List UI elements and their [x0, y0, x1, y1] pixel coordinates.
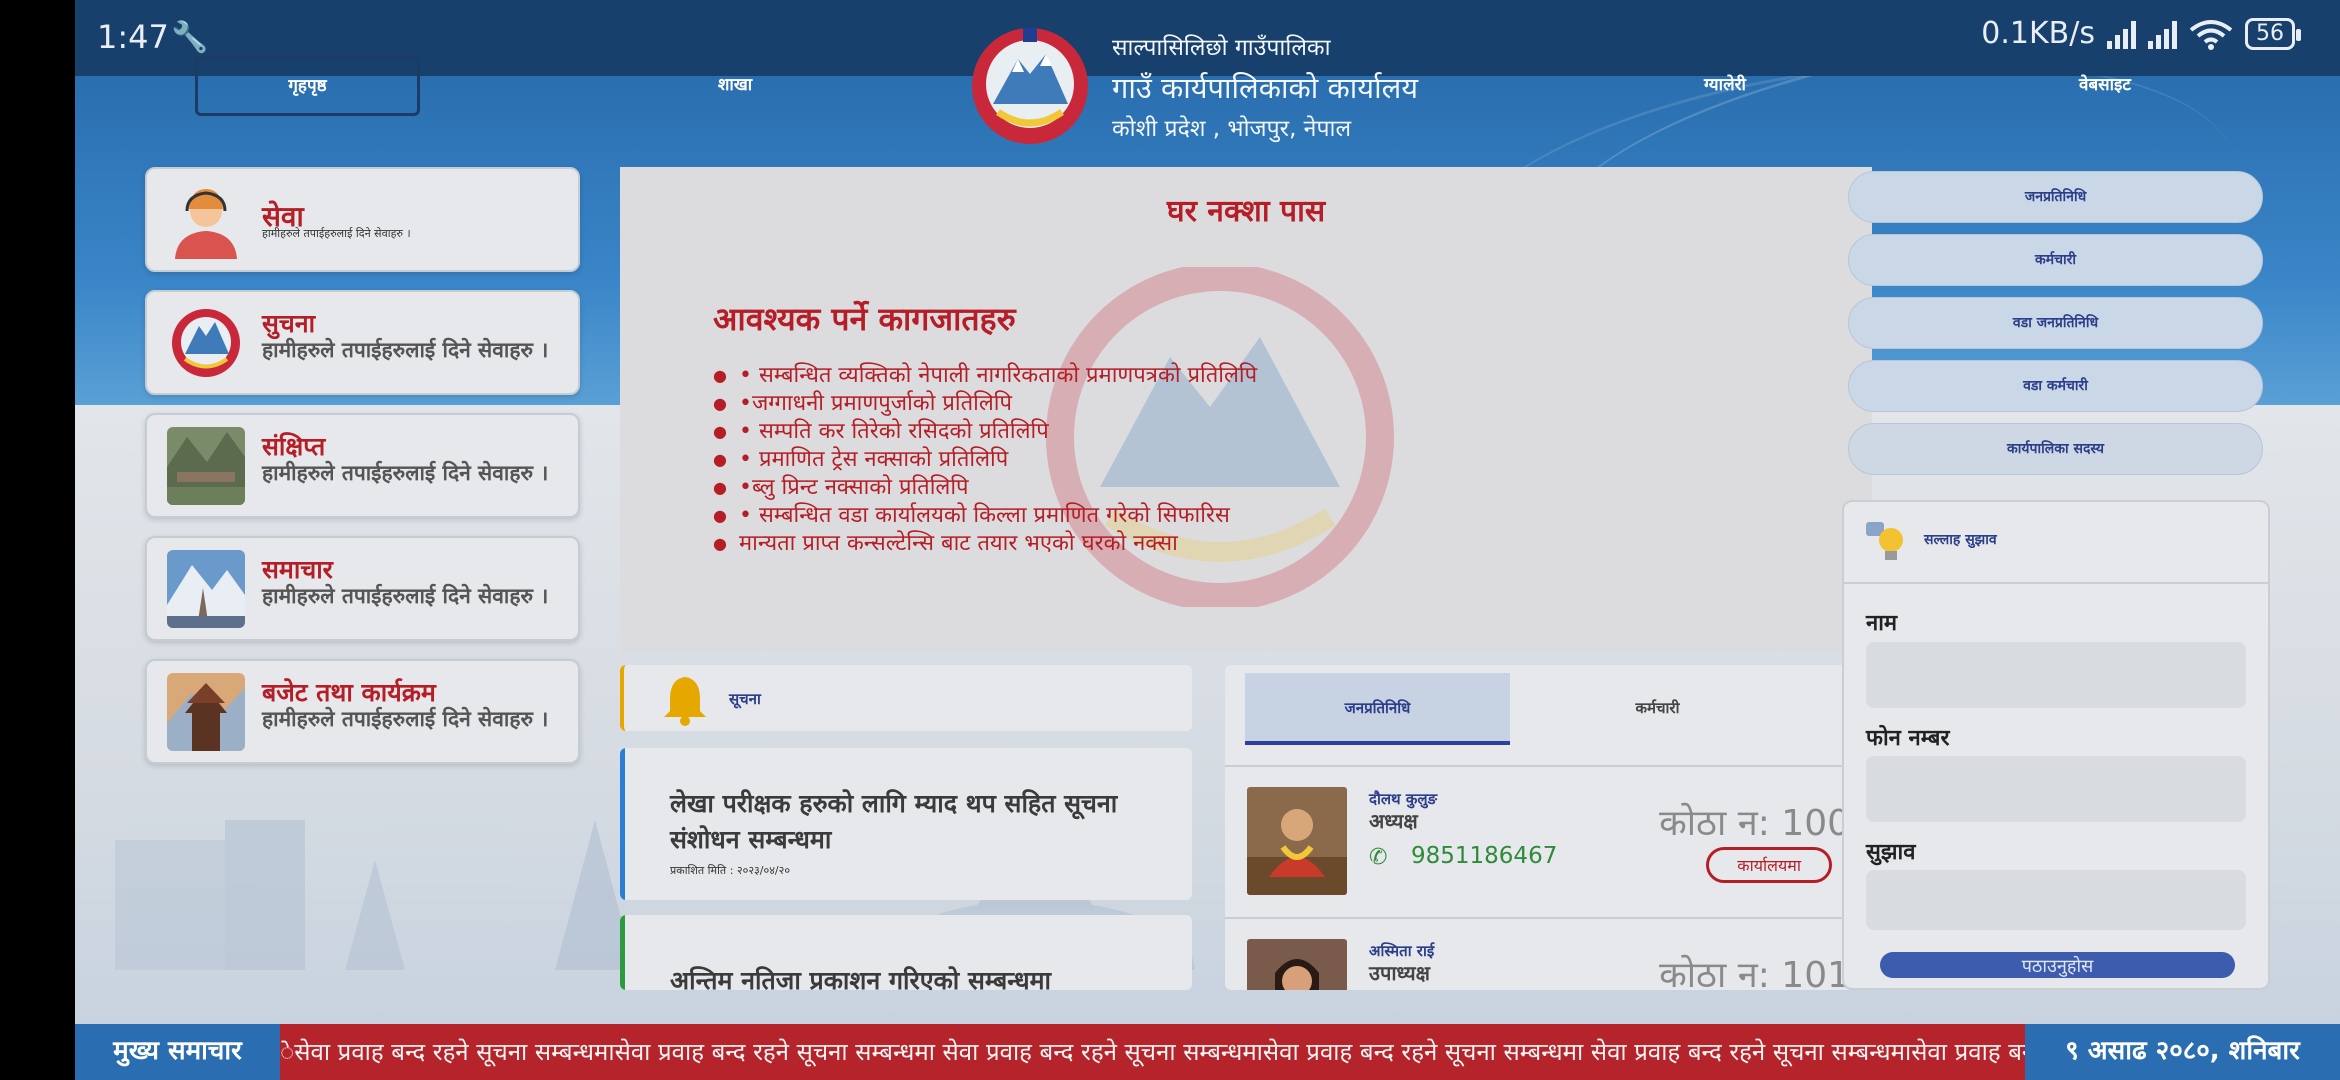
menu-representatives[interactable]: जनप्रतिनिधि	[1848, 171, 2263, 223]
card-notice[interactable]: सुचना हामीहरुले तपाईहरुलाई दिने सेवाहरु …	[145, 290, 580, 395]
phone-field[interactable]	[1866, 756, 2246, 822]
notice-item[interactable]: अन्तिम नतिजा प्रकाशन गरिएको सम्बन्धमा	[620, 915, 1192, 990]
avatar	[1247, 787, 1347, 895]
mountain-icon	[167, 550, 245, 628]
notice-date: प्रकाशित मिति : २०२३/०४/२०	[670, 864, 791, 877]
rep-name: अस्मिता राई	[1369, 942, 1435, 960]
card-desc: हामीहरुले तपाईहरुलाई दिने सेवाहरु ।	[262, 584, 549, 608]
nav-gallery[interactable]: ग्यालेरी	[1645, 74, 1805, 114]
notice-title: अन्तिम नतिजा प्रकाशन गरिएको सम्बन्धमा	[670, 966, 1051, 990]
representative-row[interactable]: अस्मिता राई उपाध्यक्ष कोठा न: 101	[1225, 917, 1872, 990]
list-item: • सम्बन्धित वडा कार्यालयको किल्ला प्रमाण…	[713, 502, 1257, 530]
landscape-icon	[167, 427, 245, 505]
rep-room: कोठा न: 101	[1659, 955, 1850, 990]
tab-staff[interactable]: कर्मचारी	[1525, 673, 1790, 745]
nav-website[interactable]: वेबसाइट	[2025, 74, 2185, 114]
rep-room: कोठा न: 100	[1659, 803, 1850, 844]
avatar	[1247, 939, 1347, 990]
suggestion-label: सुझाव	[1866, 840, 1916, 865]
notice-item[interactable]: लेखा परीक्षक हरुको लागि म्याद थप सहित सू…	[620, 748, 1192, 900]
office-status-badge: कार्यालयमा	[1706, 847, 1832, 883]
representatives-panel: जनप्रतिनिधि कर्मचारी दौलथ कुलुङ अध्यक्ष …	[1225, 665, 1872, 990]
signal-icon	[2107, 19, 2136, 49]
org-name: साल्पासिलिछो गाउँपालिका	[1112, 35, 1331, 61]
card-desc: हामीहरुले तपाईहरुलाई दिने सेवाहरु ।	[262, 338, 549, 362]
list-item: • प्रमाणित ट्रेस नक्साको प्रतिलिपि	[713, 446, 1257, 474]
card-summary[interactable]: संक्षिप्त हामीहरुले तपाईहरुलाई दिने सेवा…	[145, 413, 580, 518]
phone-label: फोन नम्बर	[1866, 726, 1950, 751]
list-item: मान्यता प्राप्त कन्सल्टेन्सि बाट तयार भए…	[713, 530, 1257, 558]
list-item: • सम्पति कर तिरेको रसिदको प्रतिलिपि	[713, 418, 1257, 446]
card-title: बजेट तथा कार्यक्रम	[262, 678, 436, 707]
notice-title: लेखा परीक्षक हरुको लागि म्याद थप सहित सू…	[670, 789, 1118, 854]
ticker-date: ९ असाढ २०८०, शनिबार	[2025, 1024, 2340, 1080]
card-desc: हामीहरुले तपाईहरुलाई दिने सेवाहरु ।	[262, 461, 549, 485]
content-panel: घर नक्शा पास आवश्यक पर्ने कागजातहरु • सम…	[620, 167, 1872, 652]
list-item: • सम्बन्धित व्यक्तिको नेपाली नागरिकताको …	[713, 362, 1257, 390]
battery-icon: 56	[2245, 17, 2301, 50]
rep-name: दौलथ कुलुङ	[1369, 790, 1438, 808]
emblem-icon	[167, 304, 245, 382]
representative-row[interactable]: दौलथ कुलुङ अध्यक्ष ✆ 9851186467 कोठा न: …	[1225, 765, 1872, 915]
org-office: गाउँ कार्यपालिकाको कार्यालय	[1112, 71, 1419, 105]
name-label: नाम	[1866, 611, 1898, 636]
document-list: • सम्बन्धित व्यक्तिको नेपाली नागरिकताको …	[713, 362, 1257, 558]
wrench-icon: 🔧	[171, 20, 209, 55]
menu-ward-staff[interactable]: वडा कर्मचारी	[1848, 360, 2263, 412]
list-item: •ब्लु प्रिन्ट नक्साको प्रतिलिपि	[713, 474, 1257, 502]
card-title: संक्षिप्त	[262, 432, 326, 461]
signal-icon-2	[2148, 19, 2177, 49]
tab-representatives[interactable]: जनप्रतिनिधि	[1245, 673, 1510, 745]
app-screen: 1:47 🔧 0.1KB/s 56 गृहपृष्ठ शाखा ग्यालेरी…	[75, 0, 2340, 1080]
notice-header: सूचना	[620, 665, 1192, 731]
section-heading: आवश्यक पर्ने कागजातहरु	[713, 300, 1016, 338]
suggestion-field[interactable]	[1866, 870, 2246, 930]
name-field[interactable]	[1866, 642, 2246, 708]
nepal-emblem-logo[interactable]	[968, 24, 1093, 149]
news-ticker: ेसेवा प्रवाह बन्द रहने सूचना सम्बन्धमासे…	[75, 1024, 2340, 1080]
card-budget[interactable]: बजेट तथा कार्यक्रम हामीहरुले तपाईहरुलाई …	[145, 659, 580, 764]
rep-role: उपाध्यक्ष	[1369, 961, 1430, 985]
rep-role: अध्यक्ष	[1369, 809, 1418, 833]
org-address: कोशी प्रदेश , भोजपुर, नेपाल	[1112, 116, 1352, 142]
card-news[interactable]: समाचार हामीहरुले तपाईहरुलाई दिने सेवाहरु…	[145, 536, 580, 641]
suggestion-form: सल्लाह सुझाव नाम फोन नम्बर सुझाव पठाउनुह…	[1842, 500, 2270, 990]
lightbulb-icon	[1866, 522, 1903, 560]
clock: 1:47	[97, 18, 169, 56]
page-title: घर नक्शा पास	[1166, 194, 1326, 229]
nav-home[interactable]: गृहपृष्ठ	[195, 56, 420, 116]
ticker-label: मुख्य समाचार	[75, 1024, 280, 1080]
card-desc: हामीहरुले तपाईहरुलाई दिने सेवाहरु ।	[262, 227, 411, 240]
wifi-icon	[2189, 19, 2233, 50]
suggestion-heading: सल्लाह सुझाव	[1924, 532, 1997, 548]
nav-branch[interactable]: शाखा	[655, 74, 815, 114]
phone-icon: ✆	[1369, 845, 1388, 870]
card-desc: हामीहरुले तपाईहरुलाई दिने सेवाहरु ।	[262, 707, 549, 731]
card-title: सुचना	[262, 309, 316, 338]
menu-executive-members[interactable]: कार्यपालिका सदस्य	[1848, 423, 2263, 475]
org-header: साल्पासिलिछो गाउँपालिका गाउँ कार्यपालिका…	[1112, 30, 1418, 143]
submit-button[interactable]: पठाउनुहोस	[1880, 952, 2235, 978]
menu-ward-representatives[interactable]: वडा जनप्रतिनिधि	[1848, 297, 2263, 349]
rep-phone[interactable]: 9851186467	[1411, 843, 1557, 869]
menu-staff[interactable]: कर्मचारी	[1848, 234, 2263, 286]
temple-icon	[167, 673, 245, 751]
card-service[interactable]: सेवा हामीहरुले तपाईहरुलाई दिने सेवाहरु ।	[145, 167, 580, 272]
notice-label: सूचना	[729, 690, 761, 708]
ticker-text[interactable]: ेसेवा प्रवाह बन्द रहने सूचना सम्बन्धमासे…	[280, 1024, 2100, 1080]
network-speed: 0.1KB/s	[1981, 16, 2095, 51]
list-item: •जग्गाधनी प्रमाणपुर्जाको प्रतिलिपि	[713, 390, 1257, 418]
service-agent-icon	[167, 181, 245, 259]
card-title: समाचार	[262, 555, 333, 584]
bell-icon	[664, 677, 706, 726]
